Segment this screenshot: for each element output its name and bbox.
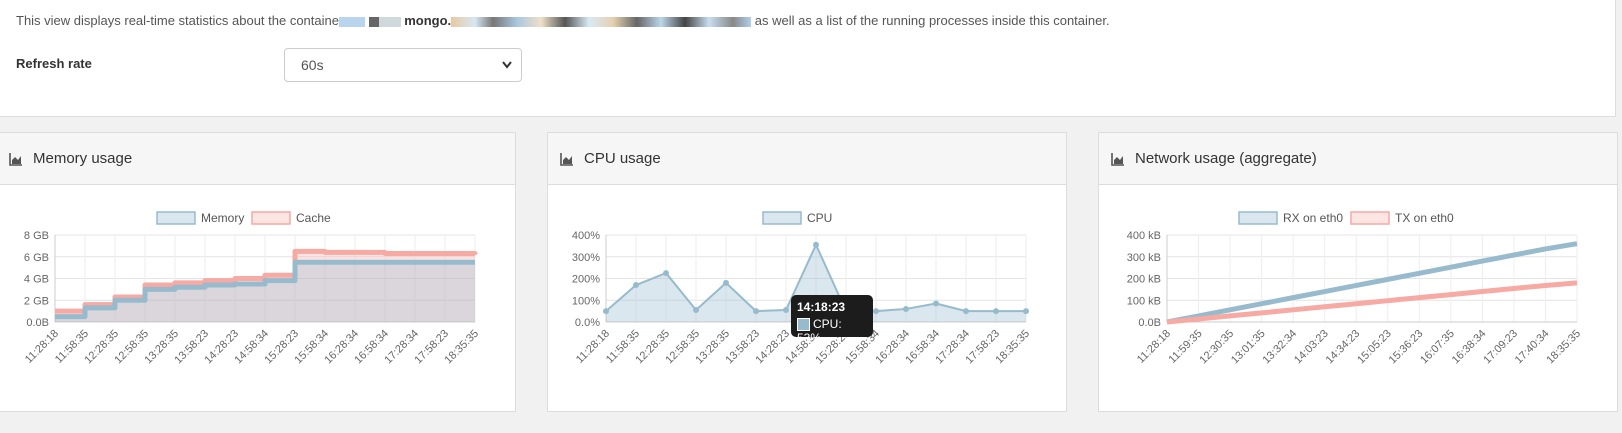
y-tick-label: 4 GB (24, 274, 49, 286)
data-point (873, 308, 879, 315)
network-usage-widget: Network usage (aggregate) 0.0B 100 kB 200 … (1098, 132, 1618, 412)
network-usage-chart: 0.0B100 kB200 kB300 kB400 kB11:28:1811:5… (1127, 211, 1583, 367)
refresh-rate-value: 60s (301, 57, 324, 73)
widget-title: CPU usage (584, 150, 661, 167)
container-host: mongo. (404, 13, 452, 28)
memory-usage-widget: Memory usage 0.0B 2 GB 4 GB 6 GB 8 GB 11:28:1… (0, 132, 516, 412)
y-tick-label: 8 GB (24, 230, 49, 242)
data-point (663, 270, 669, 277)
data-point (753, 308, 759, 315)
data-point (903, 305, 909, 312)
x-tick-label: 18:35:35 (1544, 328, 1583, 367)
y-tick-label: 2 GB (24, 295, 49, 307)
widget-header: Network usage (aggregate) (1099, 133, 1617, 185)
cpu-usage-widget: CPU usage 0.0% 100% 200% 300% 400% 11:28:18 11… (547, 132, 1067, 412)
legend-label: Memory (201, 211, 244, 225)
y-tick-label: 300 kB (1127, 252, 1161, 264)
legend-label: Cache (296, 211, 331, 225)
widget-header: CPU usage (548, 133, 1066, 185)
y-tick-label: 200% (572, 274, 600, 286)
y-tick-label: 100% (572, 295, 600, 307)
y-tick-label: 300% (572, 252, 600, 264)
x-tick-label: 11:28:18 (1135, 328, 1173, 366)
y-tick-label: 400 kB (1127, 230, 1161, 242)
area-chart-icon (9, 152, 22, 166)
area-chart-icon (560, 152, 573, 166)
redacted-text (378, 16, 401, 27)
legend-swatch (251, 211, 291, 225)
y-tick-label: 100 kB (1127, 295, 1161, 307)
widget-title: Memory usage (33, 150, 133, 167)
data-point (993, 308, 999, 315)
data-point (723, 279, 729, 286)
description-suffix: as well as a list of the running process… (754, 13, 1110, 28)
legend-swatch (762, 211, 802, 225)
data-point (603, 308, 609, 315)
y-tick-label: 0.0B (1138, 317, 1161, 329)
data-point (633, 282, 639, 289)
y-tick-label: 200 kB (1127, 274, 1161, 286)
widget-title: Network usage (aggregate) (1135, 150, 1317, 167)
container-stats-panel: This view displays real-time statistics … (0, 0, 1616, 117)
data-point (693, 307, 699, 314)
series-line (1166, 241, 1578, 325)
y-tick-label: 0.0% (575, 317, 600, 329)
tooltip-time: 14:18:23 (797, 300, 846, 314)
series-line (1166, 280, 1578, 325)
refresh-rate-select[interactable]: 60s (284, 48, 522, 82)
chart-tooltip: 14:18:23 CPU: 53% (791, 295, 873, 345)
legend-label: CPU (807, 211, 832, 225)
legend-swatch (1350, 211, 1390, 225)
memory-usage-chart: 0.0B2 GB4 GB6 GB8 GB11:28:1811:58:3512:2… (23, 211, 481, 366)
redacted-text (338, 16, 365, 27)
legend-swatch (1238, 211, 1278, 225)
legend-label: TX on eth0 (1395, 211, 1454, 225)
legend-swatch (156, 211, 196, 225)
data-point (933, 300, 939, 307)
redacted-text (451, 16, 752, 27)
stats-description: This view displays real-time statistics … (16, 13, 1110, 28)
data-point (813, 241, 819, 248)
legend-label: RX on eth0 (1283, 211, 1343, 225)
data-point (963, 308, 969, 315)
tooltip-swatch (797, 318, 810, 332)
y-tick-label: 0.0B (26, 317, 49, 329)
data-point (783, 307, 789, 314)
y-tick-label: 6 GB (24, 252, 49, 264)
widget-header: Memory usage (0, 133, 515, 185)
area-chart-icon (1111, 152, 1124, 166)
chevron-down-icon (501, 49, 513, 94)
description-prefix: This view displays real-time statistics … (16, 13, 339, 28)
refresh-rate-label: Refresh rate (16, 56, 92, 71)
data-point (1023, 308, 1029, 315)
redacted-text (368, 16, 379, 27)
y-tick-label: 400% (572, 230, 600, 242)
